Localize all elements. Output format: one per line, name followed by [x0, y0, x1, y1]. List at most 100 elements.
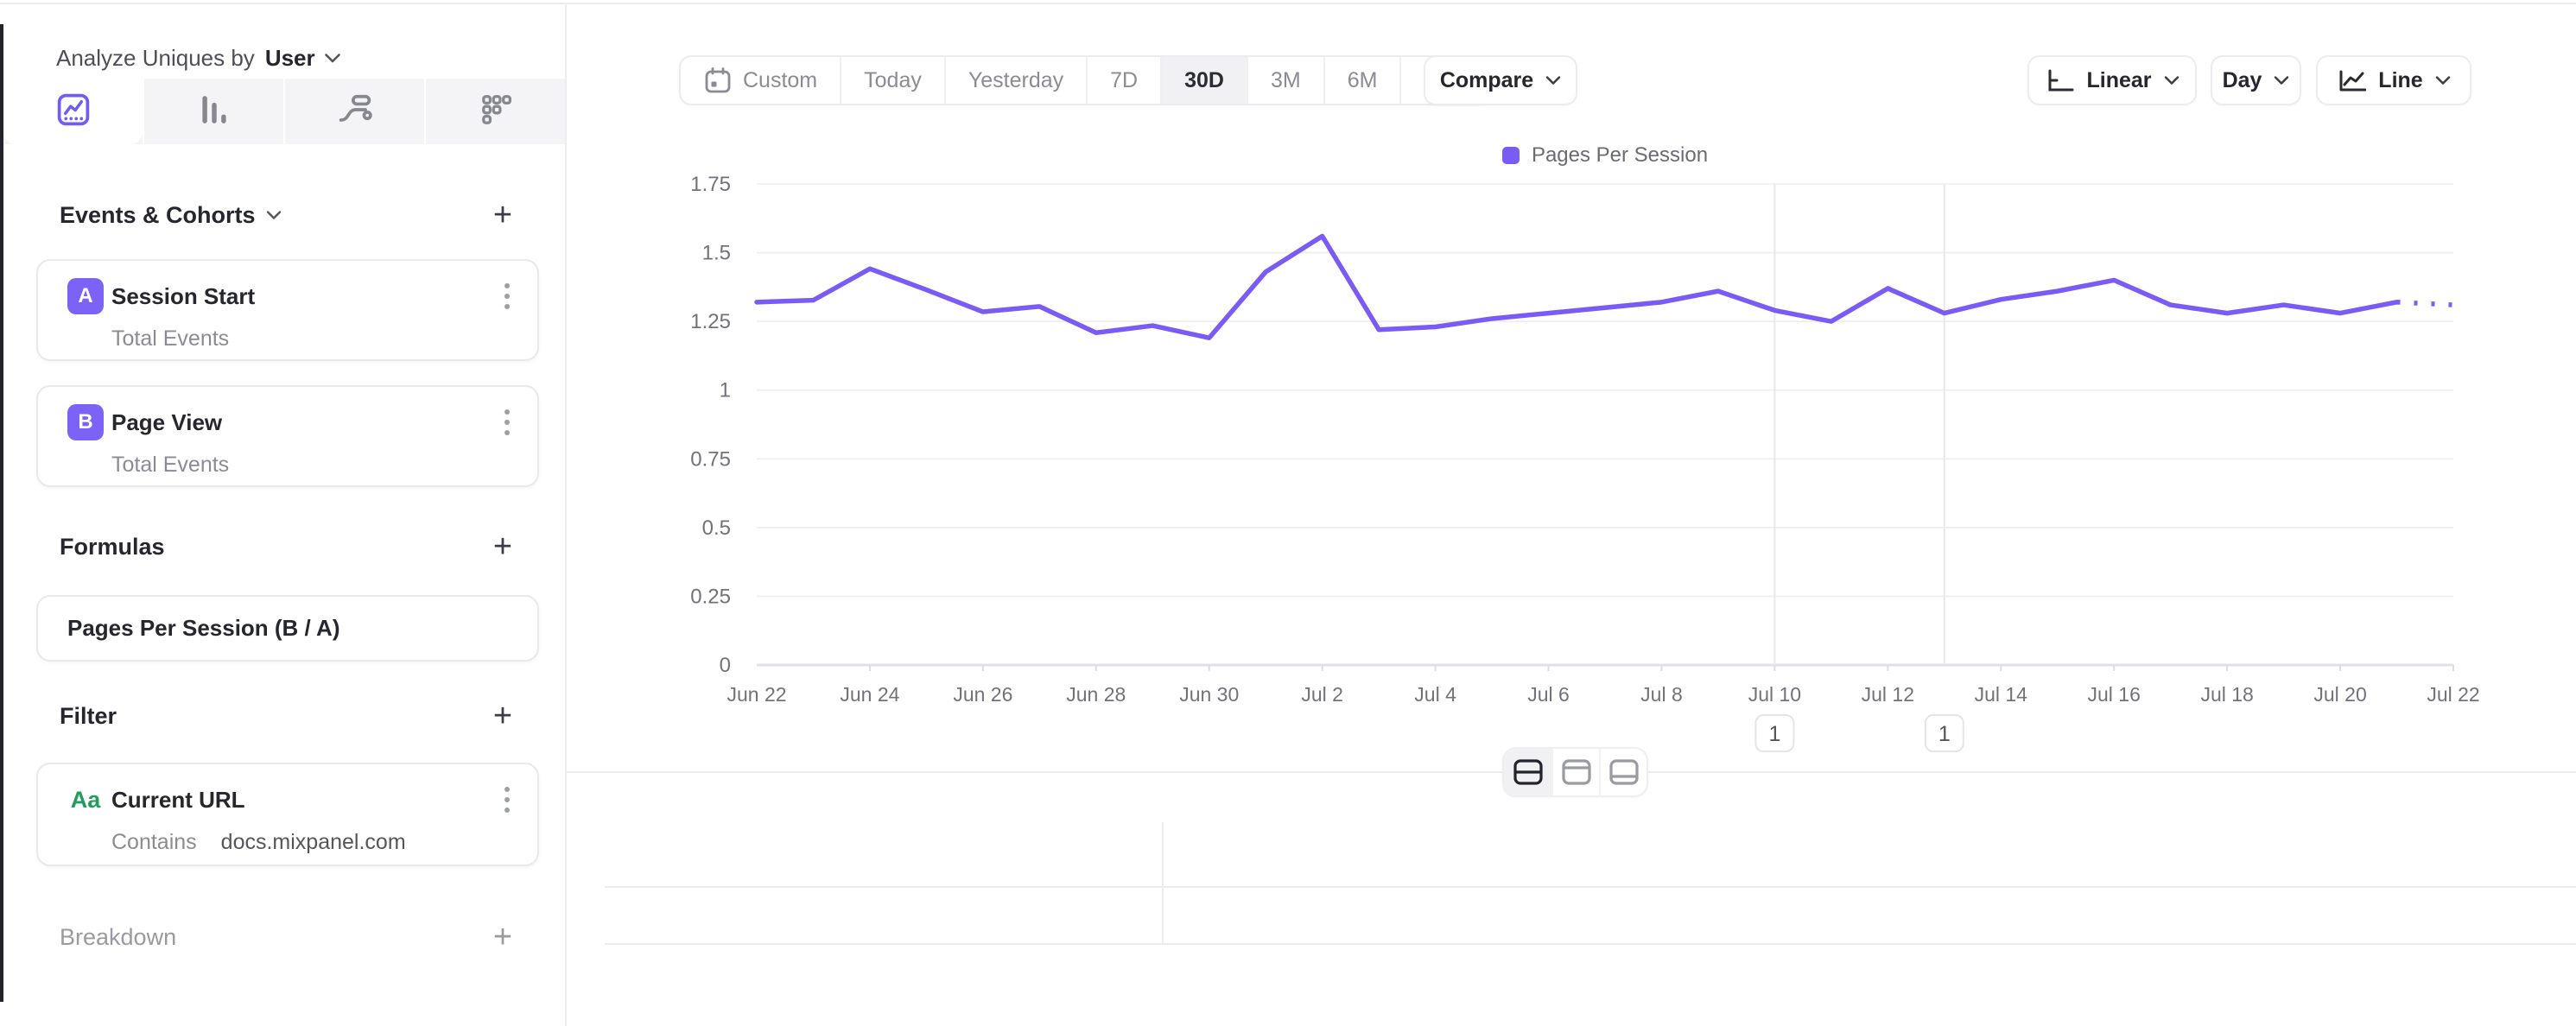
filter-property-name: Current URL [111, 787, 499, 814]
chevron-down-icon [324, 53, 341, 64]
svg-text:Jul 16: Jul 16 [2088, 683, 2141, 706]
event-badge-b: B [67, 404, 104, 440]
flows-tab-icon [334, 89, 376, 135]
svg-text:Jul 2: Jul 2 [1301, 683, 1343, 706]
line-chart-icon [2337, 66, 2366, 94]
linear-axis-icon [2045, 66, 2074, 94]
layout-split-view-button[interactable] [1504, 749, 1551, 795]
table-header-row: Formula 1 Average Jun 22 Jun 23 Jun 24 J… [0, 825, 2576, 887]
retention-grid-tab-icon [475, 89, 517, 135]
formula-card[interactable]: Pages Per Session (B / A) [36, 595, 539, 662]
chart-type-label: Line [2378, 68, 2422, 93]
chevron-down-icon [266, 210, 282, 220]
kebab-menu-icon[interactable] [499, 782, 515, 818]
svg-text:1.5: 1.5 [702, 242, 731, 265]
event-card-row: A Session Start [38, 261, 537, 314]
formula-card-title: Pages Per Session (B / A) [38, 597, 537, 660]
date-range-control: Custom Today Yesterday 7D 30D 3M 6M 12M [679, 55, 1490, 105]
svg-text:1: 1 [720, 379, 731, 402]
time-range-segment[interactable]: 6M [1323, 57, 1400, 104]
svg-text:Jun 30: Jun 30 [1179, 683, 1239, 706]
chevron-down-icon [2164, 75, 2179, 86]
time-range-label: Yesterday [968, 68, 1063, 93]
events-section-title[interactable]: Events & Cohorts [60, 202, 282, 229]
event-title: Session Start [111, 283, 499, 310]
svg-text:0.5: 0.5 [702, 516, 731, 540]
line-chart[interactable]: 00.250.50.7511.251.51.75Jun 22Jun 24Jun … [605, 138, 2557, 769]
compare-label: Compare [1440, 68, 1533, 93]
time-range-label: Today [864, 68, 922, 93]
bar-chart-tab-icon [194, 89, 235, 135]
chevron-down-icon [1545, 75, 1561, 86]
filter-card-row: Aa Current URL [38, 764, 537, 818]
axis-scale-label: Linear [2086, 68, 2151, 93]
svg-text:1.75: 1.75 [690, 173, 731, 196]
axis-scale-button[interactable]: Linear [2027, 55, 2197, 105]
formulas-section-header: Formulas + [60, 529, 520, 564]
chevron-down-icon [2274, 75, 2289, 86]
tab-funnels[interactable] [143, 79, 283, 144]
analyze-uniques-value: User [265, 45, 315, 72]
line-chart-tab-icon [53, 89, 94, 135]
chart-type-button[interactable]: Line [2316, 55, 2471, 105]
time-range-segment[interactable]: Today [840, 57, 944, 104]
events-section-header: Events & Cohorts + [60, 198, 520, 232]
svg-text:Jul 12: Jul 12 [1862, 683, 1914, 706]
tab-insights[interactable] [3, 79, 143, 144]
analyze-uniques-row: Analyze Uniques by User [56, 35, 341, 80]
svg-text:1: 1 [1768, 722, 1780, 746]
svg-text:Jun 28: Jun 28 [1066, 683, 1126, 706]
event-title: Page View [111, 409, 499, 436]
layout-toggle-group [1502, 747, 1648, 797]
events-section-title-text: Events & Cohorts [60, 202, 256, 229]
interval-button[interactable]: Day [2211, 55, 2301, 105]
formulas-section-title: Formulas [60, 534, 165, 560]
report-type-tabbar [3, 79, 565, 144]
event-badge-a: A [67, 278, 104, 314]
svg-text:Jul 4: Jul 4 [1414, 683, 1456, 706]
event-measurement[interactable]: Total Events [111, 326, 229, 352]
event-subtitle-row: Total Events [38, 440, 537, 478]
svg-text:Jul 10: Jul 10 [1748, 683, 1801, 706]
svg-text:Jul 14: Jul 14 [1975, 683, 2028, 706]
svg-text:Jul 8: Jul 8 [1640, 683, 1683, 706]
time-range-segment[interactable]: 7D [1086, 57, 1160, 104]
add-formula-button[interactable]: + [485, 529, 520, 564]
time-range-segment[interactable]: 3M [1247, 57, 1323, 104]
event-card-session-start[interactable]: A Session Start Total Events [36, 259, 539, 361]
event-card-page-view[interactable]: B Page View Total Events [36, 385, 539, 487]
svg-text:Jul 6: Jul 6 [1527, 683, 1570, 706]
svg-text:0.25: 0.25 [690, 585, 731, 608]
tab-flows[interactable] [283, 79, 424, 144]
analyze-uniques-selector[interactable]: User [265, 45, 341, 72]
svg-text:1.25: 1.25 [690, 310, 731, 333]
time-range-segment[interactable]: Custom [681, 57, 840, 104]
insights-report-page: Analyze Uniques by User [0, 0, 2576, 1026]
time-range-segment[interactable]: Yesterday [944, 57, 1086, 104]
event-subtitle-row: Total Events [38, 314, 537, 352]
time-range-segment[interactable]: 30D [1160, 57, 1247, 104]
svg-text:Jul 20: Jul 20 [2313, 683, 2366, 706]
layout-chart-only-button[interactable] [1551, 749, 1599, 795]
event-measurement[interactable]: Total Events [111, 453, 229, 478]
time-range-label: 3M [1271, 68, 1301, 93]
kebab-menu-icon[interactable] [499, 278, 515, 314]
filter-section-header: Filter + [60, 699, 520, 733]
svg-text:Jun 24: Jun 24 [840, 683, 899, 706]
svg-text:Jun 26: Jun 26 [953, 683, 1012, 706]
add-filter-button[interactable]: + [485, 699, 520, 733]
add-event-button[interactable]: + [485, 198, 520, 232]
compare-button[interactable]: Compare [1424, 55, 1577, 105]
svg-text:Jun 22: Jun 22 [726, 683, 786, 706]
tab-retention[interactable] [424, 79, 565, 144]
layout-table-only-button[interactable] [1599, 749, 1646, 795]
kebab-menu-icon[interactable] [499, 404, 515, 440]
table-data-row[interactable]: Pages Per Session 1.3 1.3201 1.3271 1.44… [0, 887, 2576, 944]
interval-label: Day [2223, 68, 2262, 93]
analyze-uniques-label: Analyze Uniques by [56, 45, 255, 72]
time-range-label: 30D [1184, 68, 1224, 93]
time-range-label: 7D [1110, 68, 1138, 93]
calendar-icon [703, 66, 733, 95]
svg-text:1: 1 [1938, 722, 1951, 746]
chevron-down-icon [2435, 75, 2451, 86]
